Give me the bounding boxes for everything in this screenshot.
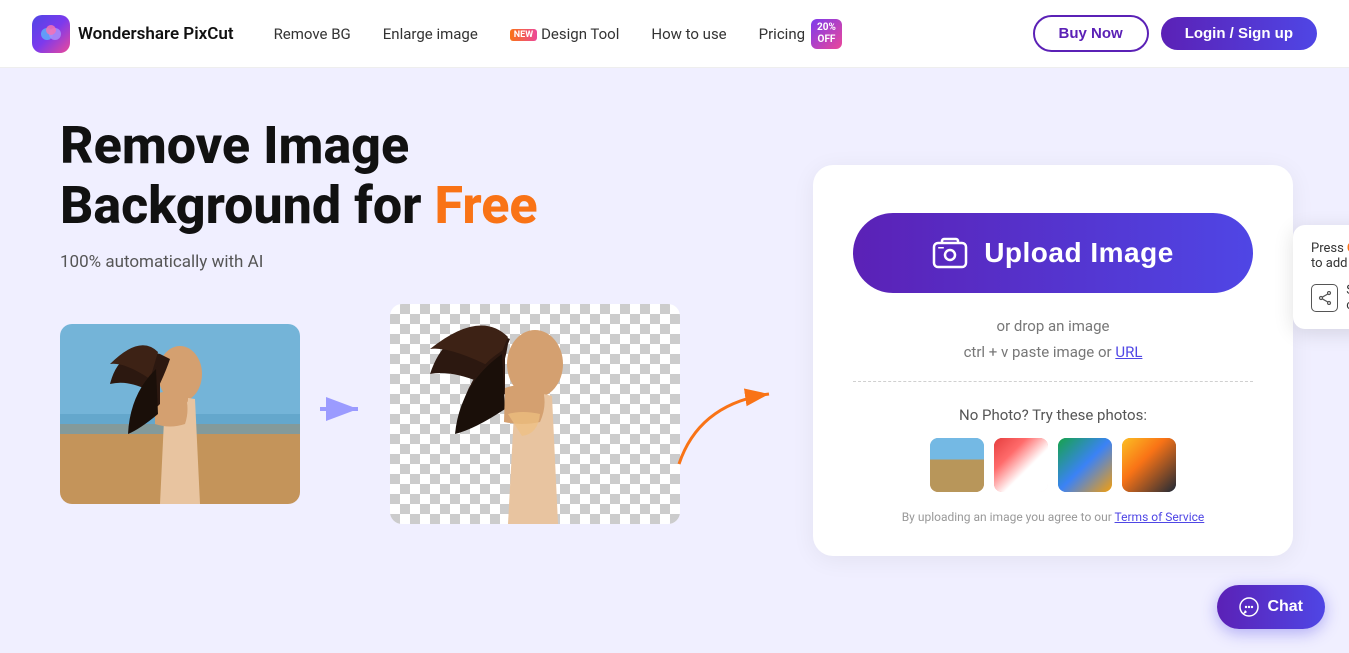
sample-photos — [853, 438, 1253, 492]
upload-paste-text: ctrl + v paste image or URL — [853, 343, 1253, 361]
logo-icon — [32, 15, 70, 53]
nav-design-tool[interactable]: NEWDesign Tool — [510, 25, 620, 43]
right-section: Upload Image or drop an image ctrl + v p… — [789, 68, 1349, 653]
nav-pricing[interactable]: Pricing — [759, 25, 805, 43]
tos-link[interactable]: Terms of Service — [1115, 510, 1205, 524]
login-signup-button[interactable]: Login / Sign up — [1161, 17, 1317, 50]
bookmark-popup: Press Ctrl + D to add bookmark Share to — [1293, 225, 1349, 329]
main-content: Remove Image Background for Free 100% au… — [0, 68, 1349, 653]
hero-subtitle: 100% automatically with AI — [60, 252, 749, 272]
sample-photo-1[interactable] — [930, 438, 984, 492]
brand-name: Wondershare PixCut — [78, 24, 234, 44]
sample-photo-4[interactable] — [1122, 438, 1176, 492]
nav-links: Remove BG Enlarge image NEWDesign Tool H… — [274, 19, 1009, 49]
upload-card: Upload Image or drop an image ctrl + v p… — [813, 165, 1293, 556]
demo-original-image — [60, 324, 300, 504]
demo-area — [60, 304, 749, 524]
nav-remove-bg[interactable]: Remove BG — [274, 25, 351, 43]
chat-icon — [1239, 597, 1259, 617]
url-link[interactable]: URL — [1115, 343, 1142, 361]
hero-title: Remove Image Background for Free — [60, 116, 749, 236]
new-badge: NEW — [510, 29, 537, 41]
share-icon — [1311, 284, 1338, 312]
logo-area[interactable]: Wondershare PixCut — [32, 15, 234, 53]
chat-label: Chat — [1267, 598, 1303, 616]
curved-arrow — [669, 384, 789, 488]
upload-icon — [932, 235, 968, 271]
upload-image-button[interactable]: Upload Image — [853, 213, 1253, 293]
chat-button[interactable]: Chat — [1217, 585, 1325, 629]
sample-photo-3[interactable] — [1058, 438, 1112, 492]
nav-enlarge-image[interactable]: Enlarge image — [383, 25, 478, 43]
navbar: Wondershare PixCut Remove BG Enlarge ima… — [0, 0, 1349, 68]
pricing-area[interactable]: Pricing 20% OFF — [759, 19, 842, 49]
upload-or-text: or drop an image — [853, 317, 1253, 335]
tos-text: By uploading an image you agree to our T… — [853, 510, 1253, 524]
share-row: Share to get credits — [1311, 283, 1349, 313]
left-section: Remove Image Background for Free 100% au… — [0, 68, 789, 653]
demo-arrow-right — [320, 389, 370, 438]
divider — [853, 381, 1253, 382]
sample-photo-2[interactable] — [994, 438, 1048, 492]
discount-badge: 20% OFF — [811, 19, 842, 49]
upload-label: Upload Image — [984, 237, 1174, 269]
buy-now-button[interactable]: Buy Now — [1033, 15, 1149, 52]
try-photos-label: No Photo? Try these photos: — [853, 406, 1253, 424]
demo-result-image — [390, 304, 680, 524]
nav-how-to-use[interactable]: How to use — [651, 25, 726, 43]
nav-buttons: Buy Now Login / Sign up — [1033, 15, 1317, 52]
